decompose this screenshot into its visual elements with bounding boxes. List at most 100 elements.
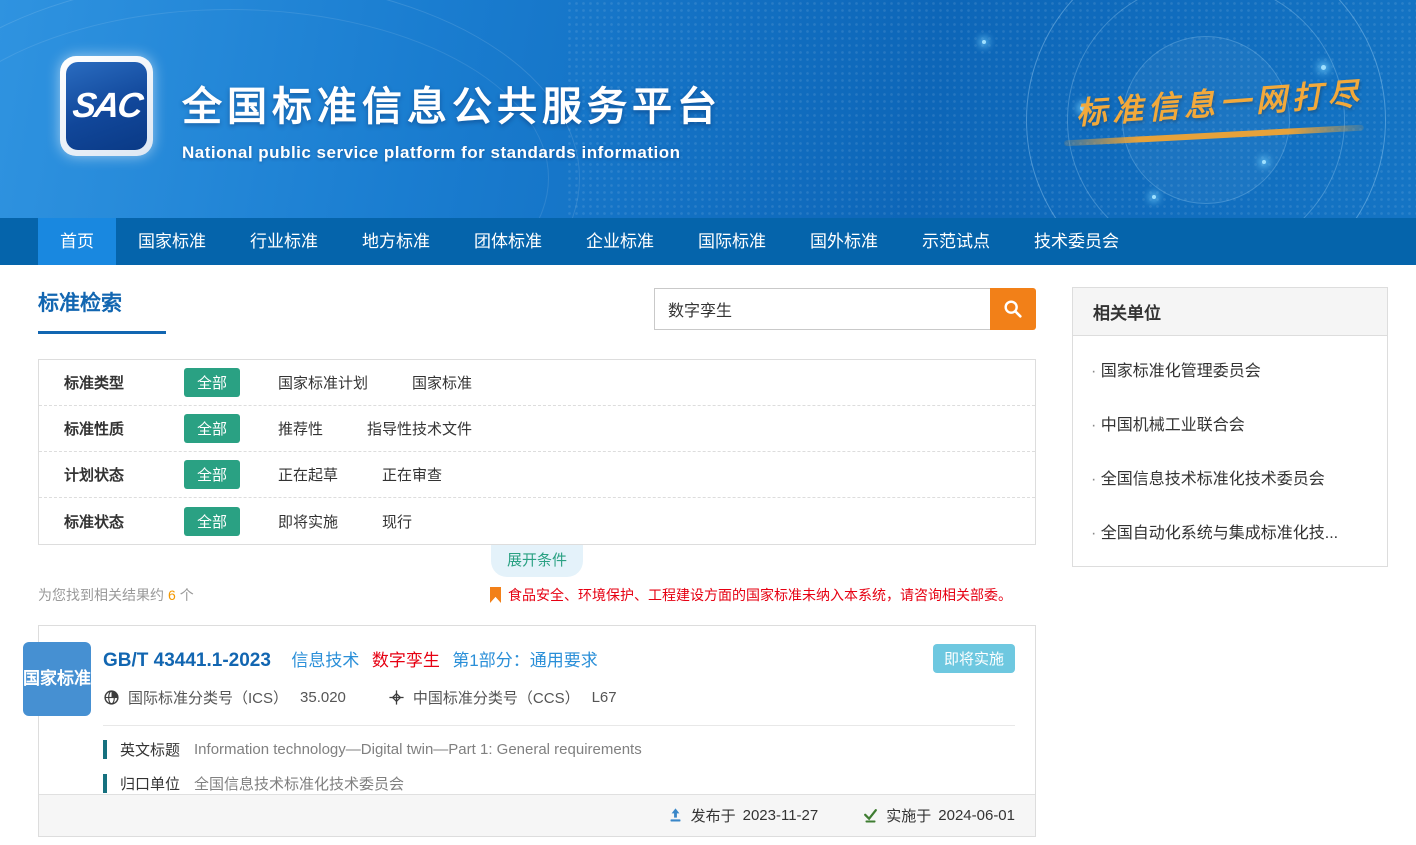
sac-logo-text: SAC (70, 86, 144, 126)
filter-row-standard-nature: 标准性质 全部 推荐性 指导性技术文件 (39, 406, 1035, 452)
notice: 食品安全、环境保护、工程建设方面的国家标准未纳入本系统，请咨询相关部委。 (490, 585, 1012, 605)
dept-label: 归口单位 (120, 773, 180, 794)
card-footer: 发布于 2023-11-27 实施于 2024-06-01 (39, 794, 1035, 836)
implement-date-item: 实施于 2024-06-01 (862, 805, 1015, 826)
implement-icon (862, 807, 879, 824)
filter-label: 标准类型 (64, 372, 156, 393)
results-count: 为您找到相关结果约6个 (38, 585, 194, 605)
glow-dot (982, 40, 986, 44)
nav-item-foreign-standards[interactable]: 国外标准 (788, 218, 900, 265)
ics-value: 35.020 (300, 689, 346, 706)
standard-type-badge[interactable]: 国家标准 (23, 642, 91, 716)
site-title-block: 全国标准信息公共服务平台 National public service pla… (182, 74, 722, 163)
ics-group: 国际标准分类号（ICS） 35.020 (103, 687, 346, 708)
bookmark-icon (490, 587, 501, 603)
related-unit-link[interactable]: 国家标准化管理委员会 (1073, 342, 1387, 396)
standard-title-row: GB/T 43441.1-2023 信息技术 数字孪生 第1部分：通用要求 (39, 626, 1035, 672)
ccs-value: L67 (592, 689, 617, 706)
dept-row: 归口单位 全国信息技术标准化技术委员会 (39, 760, 1035, 794)
filter-option[interactable]: 推荐性 (278, 418, 323, 439)
standard-title-part1[interactable]: 信息技术 (291, 651, 359, 670)
results-count-suffix: 个 (180, 587, 194, 603)
filter-option[interactable]: 正在起草 (278, 464, 338, 485)
standard-title-part2[interactable]: 第1部分：通用要求 (452, 651, 597, 670)
publish-label: 发布于 (691, 805, 736, 826)
english-title-value: Information technology—Digital twin—Part… (194, 741, 642, 758)
filter-row-standard-status: 标准状态 全部 即将实施 现行 (39, 498, 1035, 544)
filter-all-button[interactable]: 全部 (184, 414, 240, 443)
nav-item-international-standards[interactable]: 国际标准 (676, 218, 788, 265)
implement-date: 2024-06-01 (938, 807, 1015, 824)
filter-option[interactable]: 正在审查 (382, 464, 442, 485)
filter-label: 标准状态 (64, 511, 156, 532)
nav-item-enterprise-standards[interactable]: 企业标准 (564, 218, 676, 265)
nav-item-technical-committee[interactable]: 技术委员会 (1012, 218, 1141, 265)
search-input[interactable] (654, 288, 990, 330)
status-badge: 即将实施 (933, 644, 1015, 673)
filter-option[interactable]: 现行 (382, 511, 412, 532)
related-units-panel: 相关单位 国家标准化管理委员会 中国机械工业联合会 全国信息技术标准化技术委员会… (1072, 287, 1388, 567)
results-count-number: 6 (168, 587, 176, 603)
filter-all-button[interactable]: 全部 (184, 507, 240, 536)
site-title: 全国标准信息公共服务平台 (182, 74, 722, 132)
page-title: 标准检索 (38, 292, 122, 315)
classification-row: 国际标准分类号（ICS） 35.020 中国标准分类号（CCS） L67 (39, 672, 1035, 725)
section-title-wrap: 标准检索 (38, 287, 166, 334)
filter-row-standard-type: 标准类型 全部 国家标准计划 国家标准 (39, 360, 1035, 406)
search-button[interactable] (990, 288, 1036, 330)
nav-item-local-standards[interactable]: 地方标准 (340, 218, 452, 265)
filter-option[interactable]: 国家标准计划 (278, 372, 368, 393)
filter-option[interactable]: 即将实施 (278, 511, 338, 532)
ics-label: 国际标准分类号（ICS） (128, 687, 288, 708)
sac-logo-inner: SAC (66, 62, 147, 150)
dept-value: 全国信息技术标准化技术委员会 (194, 773, 404, 794)
sac-logo[interactable]: SAC (60, 56, 153, 156)
filter-label: 标准性质 (64, 418, 156, 439)
notice-text: 食品安全、环境保护、工程建设方面的国家标准未纳入本系统，请咨询相关部委。 (508, 585, 1012, 605)
nav-item-pilot[interactable]: 示范试点 (900, 218, 1012, 265)
glow-dot (1262, 160, 1266, 164)
site-subtitle: National public service platform for sta… (182, 143, 722, 163)
site-header: SAC 全国标准信息公共服务平台 National public service… (0, 0, 1416, 218)
filter-option[interactable]: 国家标准 (412, 372, 472, 393)
search-row: 标准检索 (38, 287, 1036, 345)
expand-conditions-button[interactable]: 展开条件 (491, 545, 583, 577)
filter-row-plan-status: 计划状态 全部 正在起草 正在审查 (39, 452, 1035, 498)
standard-title-highlight[interactable]: 数字孪生 (372, 651, 440, 670)
related-units-title: 相关单位 (1073, 288, 1387, 336)
standard-code-link[interactable]: GB/T 43441.1-2023 (103, 650, 271, 671)
standard-result-card: 国家标准 GB/T 43441.1-2023 信息技术 数字孪生 第1部分：通用… (38, 625, 1036, 837)
filter-all-button[interactable]: 全部 (184, 460, 240, 489)
search-box (654, 288, 1036, 330)
filter-panel: 标准类型 全部 国家标准计划 国家标准 标准性质 全部 推荐性 指导性技术文件 … (38, 359, 1036, 545)
related-unit-link[interactable]: 中国机械工业联合会 (1073, 396, 1387, 450)
related-unit-link[interactable]: 全国信息技术标准化技术委员会 (1073, 450, 1387, 504)
nav-item-national-standards[interactable]: 国家标准 (116, 218, 228, 265)
results-count-prefix: 为您找到相关结果约 (38, 587, 164, 603)
nav-item-industry-standards[interactable]: 行业标准 (228, 218, 340, 265)
glow-dot (1152, 195, 1156, 199)
filter-option[interactable]: 指导性技术文件 (367, 418, 472, 439)
related-unit-link[interactable]: 全国自动化系统与集成标准化技... (1073, 504, 1387, 558)
filter-all-button[interactable]: 全部 (184, 368, 240, 397)
globe-icon (103, 689, 120, 706)
glow-dot (1321, 65, 1326, 70)
ccs-label: 中国标准分类号（CCS） (413, 687, 580, 708)
compass-icon (388, 689, 405, 706)
implement-label: 实施于 (886, 805, 931, 826)
related-units-list: 国家标准化管理委员会 中国机械工业联合会 全国信息技术标准化技术委员会 全国自动… (1073, 336, 1387, 566)
ccs-group: 中国标准分类号（CCS） L67 (388, 687, 617, 708)
main-nav: 首页 国家标准 行业标准 地方标准 团体标准 企业标准 国际标准 国外标准 示范… (0, 218, 1416, 265)
teal-bar (103, 774, 107, 793)
search-icon (1002, 298, 1024, 320)
teal-bar (103, 740, 107, 759)
publish-date-item: 发布于 2023-11-27 (667, 805, 819, 826)
main-column: 标准检索 标准类型 全部 国家标准计划 国家标准 标准性质 全部 (38, 287, 1036, 837)
nav-item-group-standards[interactable]: 团体标准 (452, 218, 564, 265)
publish-icon (667, 807, 684, 824)
english-title-label: 英文标题 (120, 739, 180, 760)
nav-item-home[interactable]: 首页 (38, 218, 116, 265)
english-title-row: 英文标题 Information technology—Digital twin… (39, 726, 1035, 760)
publish-date: 2023-11-27 (743, 807, 819, 824)
content-area: 标准检索 标准类型 全部 国家标准计划 国家标准 标准性质 全部 (0, 265, 1416, 837)
